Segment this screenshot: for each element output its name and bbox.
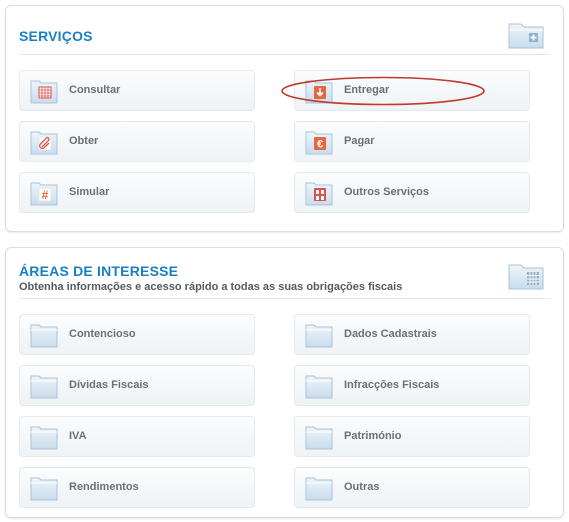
consultar-label: Consultar [69, 84, 121, 96]
dividas-fiscais-button[interactable]: Dívidas Fiscais [19, 365, 255, 406]
pagar-label: Pagar [344, 135, 375, 147]
folder-icon [305, 477, 333, 501]
entregar-button[interactable]: Entregar [294, 70, 530, 111]
infraccoes-fiscais-button[interactable]: Infracções Fiscais [294, 365, 530, 406]
obter-label: Obter [69, 135, 99, 147]
services-divider [19, 54, 550, 55]
calendar-icon [30, 80, 58, 104]
obter-button[interactable]: Obter [19, 121, 255, 162]
folder-icon [30, 477, 58, 501]
folder-icon [30, 375, 58, 399]
areas-panel: ÁREAS DE INTERESSE Obtenha informações e… [5, 247, 564, 518]
consultar-button[interactable]: Consultar [19, 70, 255, 111]
folder-grid-icon [508, 264, 544, 290]
folder-icon [30, 324, 58, 348]
simular-button[interactable]: # Simular [19, 172, 255, 213]
outras-button[interactable]: Outras [294, 467, 530, 508]
hash-icon: # [30, 182, 58, 206]
areas-subtitle: Obtenha informações e acesso rápido a to… [19, 281, 403, 293]
rendimentos-button[interactable]: Rendimentos [19, 467, 255, 508]
outros-servicos-label: Outros Serviços [344, 186, 429, 198]
building-icon [305, 182, 333, 206]
folder-plus-icon [508, 23, 544, 49]
folder-icon [305, 324, 333, 348]
svg-text:#: # [42, 188, 49, 202]
simular-label: Simular [69, 186, 110, 198]
euro-icon: € [305, 131, 333, 155]
areas-divider [19, 298, 550, 299]
rendimentos-label: Rendimentos [69, 481, 139, 493]
iva-label: IVA [69, 430, 87, 442]
contencioso-button[interactable]: Contencioso [19, 314, 255, 355]
contencioso-label: Contencioso [69, 328, 136, 340]
iva-button[interactable]: IVA [19, 416, 255, 457]
services-panel: SERVIÇOS Consultar Entregar Obter € Paga… [5, 5, 564, 232]
folder-icon [305, 426, 333, 450]
download-arrow-icon [305, 80, 333, 104]
dividas-fiscais-label: Dívidas Fiscais [69, 379, 149, 391]
entregar-label: Entregar [344, 84, 390, 96]
areas-title: ÁREAS DE INTERESSE [19, 263, 179, 279]
pagar-button[interactable]: € Pagar [294, 121, 530, 162]
infraccoes-fiscais-label: Infracções Fiscais [344, 379, 440, 391]
outros-servicos-button[interactable]: Outros Serviços [294, 172, 530, 213]
folder-icon [305, 375, 333, 399]
patrimonio-label: Património [344, 430, 402, 442]
folder-icon [30, 426, 58, 450]
dados-cadastrais-button[interactable]: Dados Cadastrais [294, 314, 530, 355]
svg-text:€: € [317, 139, 323, 151]
dados-cadastrais-label: Dados Cadastrais [344, 328, 437, 340]
patrimonio-button[interactable]: Património [294, 416, 530, 457]
outras-label: Outras [344, 481, 380, 493]
services-title: SERVIÇOS [19, 28, 93, 44]
paperclip-icon [30, 131, 58, 155]
